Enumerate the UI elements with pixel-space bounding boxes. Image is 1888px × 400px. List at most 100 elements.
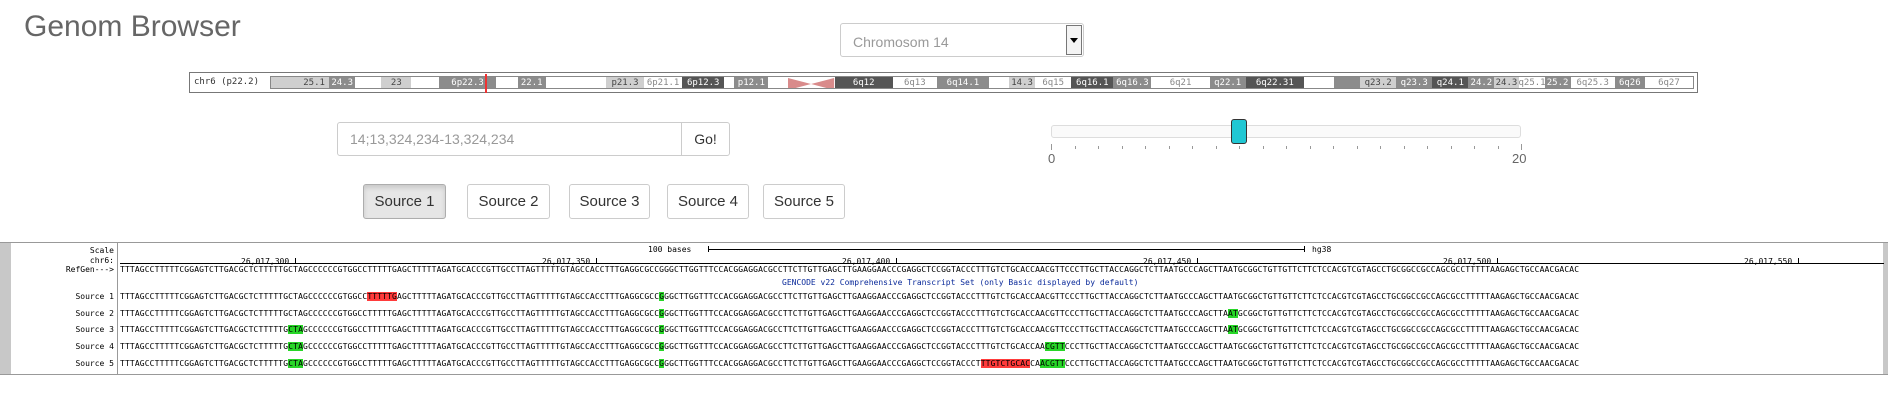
source-row-label: Source 3 [75, 325, 114, 334]
slider-tick [1497, 146, 1499, 149]
ideogram-band[interactable]: 6q15 [1035, 77, 1072, 88]
ideogram-band[interactable]: 24.3 [329, 77, 356, 88]
scale-bar-end [1304, 246, 1305, 252]
slider-tick [1427, 146, 1428, 149]
chromosome-ideogram[interactable]: chr6 (p22.2) 25.1 24.3 23 6p22.3 22.1 p21.3 6p… [189, 72, 1698, 93]
source-sequence: TTTAGCCTTTTTCGGAGTCTTGACGCTCTTTTTGCTAGCC… [120, 292, 1580, 301]
ideogram-band[interactable]: 22.1 [517, 77, 546, 88]
ideogram-band[interactable]: 6q14.1 [936, 77, 989, 88]
scale-text: 100 bases [648, 245, 692, 254]
ideogram-band[interactable]: 23 [381, 77, 412, 88]
zoom-slider-handle[interactable] [1231, 119, 1247, 144]
source-row-label: Source 4 [75, 342, 114, 351]
ideogram-label: chr6 (p22.2) [194, 77, 260, 87]
slider-tick [1074, 146, 1076, 149]
ideogram-band[interactable]: q24.1 [1432, 77, 1469, 88]
ideogram-band[interactable] [1303, 77, 1334, 88]
refgene-label: RefGen---> [65, 265, 114, 274]
position-tick [896, 258, 897, 264]
slider-tick [1286, 146, 1287, 149]
ideogram-band[interactable]: p21.3 [605, 77, 645, 88]
position-tick [596, 258, 597, 264]
assembly-label: hg38 [1312, 245, 1332, 254]
position-ruler [120, 263, 1884, 264]
ideogram-band[interactable]: 25.1 [299, 77, 330, 88]
slider-tick [1051, 144, 1052, 150]
source-sequence: TTTAGCCTTTTTCGGAGTCTTGACGCTCTTTTTGCTAGCC… [120, 359, 1580, 368]
scale-bar [708, 249, 1304, 250]
slider-min-label: 0 [1048, 151, 1056, 166]
ideogram-band[interactable]: 6q16.1 [1071, 77, 1114, 88]
ideogram-band[interactable]: 6q25.3 [1570, 77, 1615, 88]
source-sequence: TTTAGCCTTTTTCGGAGTCTTGACGCTCTTTTTGCTAGCC… [120, 325, 1580, 334]
source-sequence: TTTAGCCTTTTTCGGAGTCTTGACGCTCTTTTTGCTAGCC… [120, 309, 1580, 318]
ideogram-band[interactable]: 6p21.1 [644, 77, 683, 88]
source-row-label: Source 1 [75, 292, 114, 301]
slider-max-label: 20 [1512, 151, 1527, 166]
source-button-2[interactable]: Source 2 [467, 184, 550, 219]
ideogram-band[interactable]: p12.1 [734, 77, 769, 88]
source-button-3[interactable]: Source 3 [569, 184, 650, 219]
slider-tick [1098, 146, 1099, 149]
source-row-label: Source 2 [75, 309, 114, 318]
ideogram-band[interactable]: 6q12 [834, 77, 893, 88]
track-left-handle[interactable] [0, 243, 11, 374]
chrom-label: chr6: [89, 256, 114, 265]
source-row-label: Source 5 [75, 359, 114, 368]
app-title: Genom Browser [24, 10, 241, 43]
chromosome-select-value: Chromosom 14 [853, 34, 949, 50]
source-sequence: TTTAGCCTTTTTCGGAGTCTTGACGCTCTTTTTGCTAGCC… [120, 342, 1580, 351]
slider-tick [1309, 146, 1311, 149]
ideogram-bands[interactable]: 25.1 24.3 23 6p22.3 22.1 p21.3 6p21.1 6p12.3 p12… [270, 76, 1694, 89]
source-button-1[interactable]: Source 1 [363, 184, 446, 219]
ideogram-band[interactable]: 6q27 [1644, 77, 1693, 88]
slider-tick [1356, 146, 1358, 149]
zoom-slider-track[interactable] [1051, 125, 1521, 138]
ideogram-band[interactable] [768, 77, 789, 88]
ideogram-band[interactable] [545, 77, 606, 88]
slider-tick [1168, 146, 1170, 149]
ideogram-band[interactable]: 14.3 [1009, 77, 1036, 88]
slider-tick [1262, 146, 1264, 149]
track-divider [117, 243, 118, 374]
ideogram-band[interactable] [271, 77, 300, 88]
slider-tick [1403, 146, 1405, 149]
ideogram-band[interactable] [989, 77, 1010, 88]
go-button[interactable]: Go! [681, 122, 730, 156]
ideogram-band[interactable]: 6p22.3 [439, 77, 496, 88]
slider-tick [1333, 146, 1334, 149]
position-tick [1497, 258, 1498, 264]
sequence-track-panel: Scale chr6: RefGen---> 100 bases hg38 26… [0, 242, 1888, 375]
slider-tick [1380, 146, 1381, 149]
chevron-down-icon[interactable] [1066, 25, 1082, 55]
scale-bar-start [708, 246, 709, 252]
scale-label: Scale [89, 246, 114, 255]
ideogram-band[interactable]: 6q22.31 [1245, 77, 1304, 88]
ideogram-band[interactable]: q22.1 [1209, 77, 1246, 88]
ideogram-band[interactable] [724, 77, 735, 88]
slider-tick [1450, 146, 1452, 149]
slider-tick [1521, 144, 1522, 150]
slider-tick [1239, 146, 1240, 149]
ideogram-band[interactable]: 25.2 [1544, 77, 1571, 88]
ideogram-band[interactable]: 6q13 [892, 77, 937, 88]
chromosome-select[interactable]: Chromosom 14 [840, 23, 1084, 57]
ideogram-band[interactable]: 6p12.3 [682, 77, 725, 88]
ideogram-band[interactable]: 24.2 [1468, 77, 1495, 88]
ideogram-band[interactable]: 6q21 [1151, 77, 1210, 88]
gencode-track-label[interactable]: GENCODE v22 Comprehensive Transcript Set… [782, 278, 1138, 287]
position-tick [295, 258, 296, 264]
ideogram-band[interactable]: 6q16.3 [1113, 77, 1152, 88]
source-button-5[interactable]: Source 5 [763, 184, 845, 219]
ideogram-band[interactable]: 6q26 [1614, 77, 1645, 88]
ideogram-band[interactable]: q23.2 [1360, 77, 1397, 88]
search-input[interactable]: 14;13,324,234-13,324,234 [337, 122, 682, 156]
ideogram-band[interactable] [495, 77, 518, 88]
ideogram-band[interactable] [355, 77, 382, 88]
ideogram-band[interactable]: q25.1 [1518, 77, 1545, 88]
ideogram-band[interactable] [1333, 77, 1361, 88]
ideogram-band[interactable] [411, 77, 440, 88]
ideogram-band[interactable]: 24.3 [1494, 77, 1519, 88]
source-button-4[interactable]: Source 4 [667, 184, 749, 219]
ideogram-band[interactable]: q23.3 [1396, 77, 1433, 88]
